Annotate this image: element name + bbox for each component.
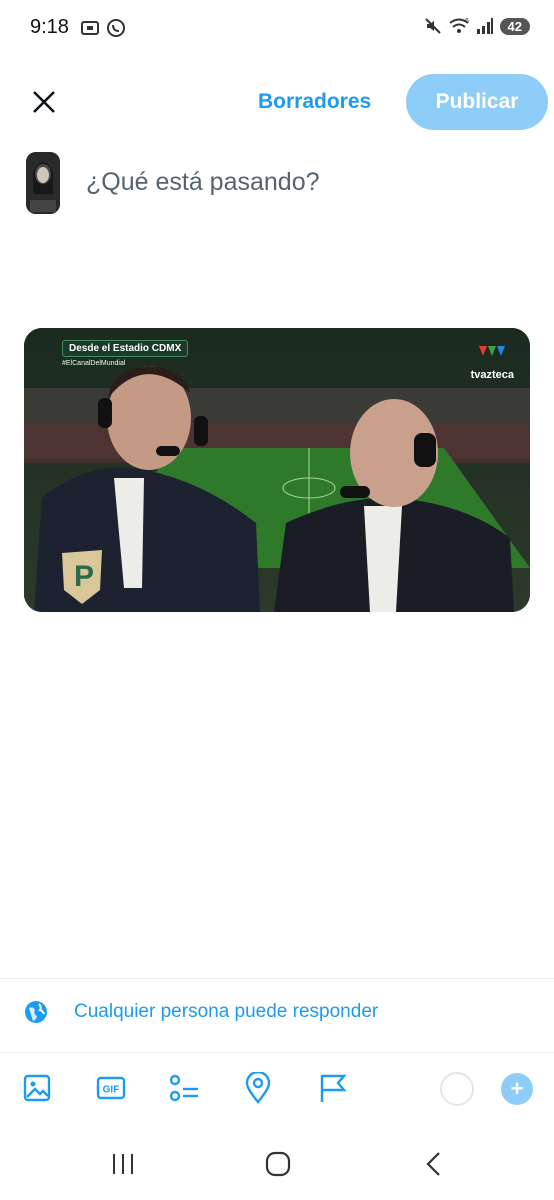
compose-input[interactable]: ¿Qué está pasando? bbox=[86, 168, 320, 197]
battery-indicator: 42 bbox=[499, 17, 530, 35]
recent-apps-button[interactable] bbox=[99, 1142, 147, 1186]
publish-button[interactable]: Publicar bbox=[406, 74, 548, 130]
tv-brand-logo: tvazteca bbox=[471, 344, 514, 381]
location-icon bbox=[245, 1072, 271, 1104]
broadcast-caption: Desde el Estadio CDMX #ElCanalDelMundial bbox=[62, 340, 189, 367]
close-icon bbox=[33, 91, 55, 113]
brand-name: tvazteca bbox=[470, 369, 514, 381]
caption-hashtag: #ElCanalDelMundial bbox=[62, 360, 126, 367]
home-icon bbox=[265, 1151, 291, 1177]
whatsapp-icon bbox=[107, 19, 125, 37]
avatar[interactable] bbox=[26, 152, 60, 214]
status-time: 9:18 bbox=[30, 16, 69, 38]
gif-icon: GIF bbox=[96, 1076, 126, 1100]
add-gif-button[interactable]: GIF bbox=[91, 1068, 131, 1108]
reply-setting-label: Cualquier persona puede responder bbox=[74, 1001, 379, 1022]
broadcast-image: P bbox=[24, 328, 530, 612]
back-button[interactable] bbox=[410, 1142, 458, 1186]
svg-text:P: P bbox=[74, 560, 94, 593]
home-button[interactable] bbox=[254, 1142, 302, 1186]
close-button[interactable] bbox=[26, 84, 62, 120]
plus-icon: + bbox=[510, 1076, 524, 1101]
recent-apps-icon bbox=[113, 1154, 133, 1174]
status-bar: 9:18 6 42 bbox=[0, 0, 554, 58]
divider bbox=[0, 1052, 554, 1053]
back-icon bbox=[426, 1152, 440, 1176]
add-poll-button[interactable] bbox=[164, 1068, 204, 1108]
divider bbox=[0, 978, 554, 979]
image-icon bbox=[23, 1074, 51, 1102]
add-location-button[interactable] bbox=[238, 1068, 278, 1108]
add-thread-button[interactable]: + bbox=[501, 1073, 533, 1105]
globe-icon bbox=[25, 1001, 47, 1023]
flag-icon bbox=[320, 1074, 347, 1102]
signal-icon bbox=[476, 18, 493, 34]
add-flag-button[interactable] bbox=[312, 1068, 352, 1108]
add-image-button[interactable] bbox=[17, 1068, 57, 1108]
status-system-icons: 6 42 bbox=[424, 17, 530, 35]
wifi-icon: 6 bbox=[448, 18, 469, 33]
mute-icon bbox=[424, 18, 441, 34]
status-notification-icons bbox=[80, 18, 126, 38]
brand-logo-mark-icon bbox=[479, 346, 506, 356]
wifi-badge: 6 bbox=[465, 18, 469, 25]
poll-icon bbox=[169, 1074, 198, 1102]
gif-label: GIF bbox=[103, 1085, 120, 1096]
reply-setting-button[interactable]: Cualquier persona puede responder bbox=[24, 1000, 378, 1024]
screenshot-icon bbox=[81, 21, 99, 35]
media-attachment[interactable]: P Desde el Estadio CDMX #ElCanalDelMundi… bbox=[24, 328, 530, 612]
system-nav-bar bbox=[0, 1130, 554, 1200]
drafts-button[interactable]: Borradores bbox=[258, 90, 371, 114]
character-count-ring bbox=[440, 1072, 474, 1106]
caption-title: Desde el Estadio CDMX bbox=[62, 340, 189, 357]
